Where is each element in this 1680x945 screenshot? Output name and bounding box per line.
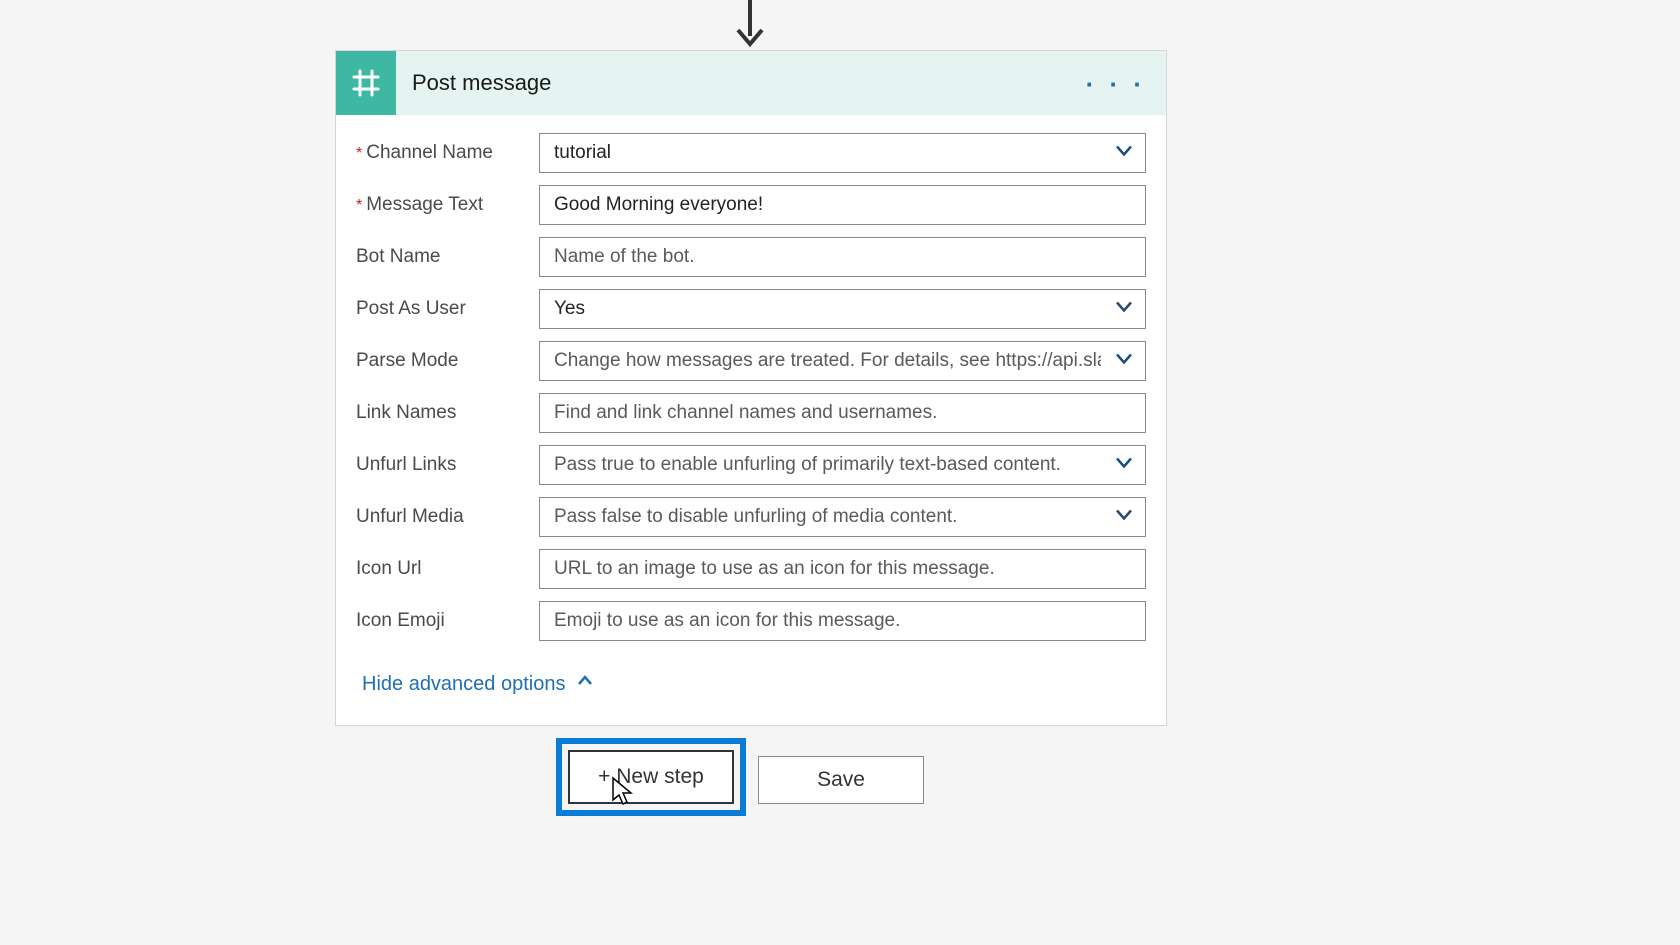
row-bot-name: Bot Name: [356, 237, 1146, 277]
new-step-highlight: + New step: [556, 738, 746, 816]
link-names-input[interactable]: [539, 393, 1146, 433]
parse-mode-input[interactable]: [539, 341, 1146, 381]
advanced-toggle-label: Hide advanced options: [362, 673, 565, 696]
label-icon-url: Icon Url: [356, 558, 539, 580]
card-body: * Channel Name * Message Text Bot Name: [336, 115, 1166, 725]
label-unfurl-links: Unfurl Links: [356, 454, 539, 476]
label-parse-mode: Parse Mode: [356, 350, 539, 372]
required-indicator: *: [356, 197, 362, 215]
label-link-names: Link Names: [356, 402, 539, 424]
label-message-text: * Message Text: [356, 194, 539, 216]
label-post-as-user: Post As User: [356, 298, 539, 320]
bot-name-input[interactable]: [539, 237, 1146, 277]
footer-buttons: + New step Save: [556, 738, 924, 816]
slack-icon: [336, 51, 396, 115]
post-message-card: Post message · · · * Channel Name * Mess…: [335, 50, 1167, 726]
message-text-input[interactable]: [539, 185, 1146, 225]
label-text: Channel Name: [366, 142, 493, 164]
icon-url-input[interactable]: [539, 549, 1146, 589]
new-step-button[interactable]: + New step: [568, 750, 734, 804]
flow-arrow: [730, 0, 770, 57]
label-text: Message Text: [366, 194, 483, 216]
label-unfurl-media: Unfurl Media: [356, 506, 539, 528]
row-icon-url: Icon Url: [356, 549, 1146, 589]
row-unfurl-media: Unfurl Media: [356, 497, 1146, 537]
unfurl-media-input[interactable]: [539, 497, 1146, 537]
card-header[interactable]: Post message · · ·: [336, 51, 1166, 115]
row-channel-name: * Channel Name: [356, 133, 1146, 173]
label-channel-name: * Channel Name: [356, 142, 539, 164]
label-bot-name: Bot Name: [356, 246, 539, 268]
more-options-button[interactable]: · · ·: [1086, 69, 1146, 100]
row-icon-emoji: Icon Emoji: [356, 601, 1146, 641]
row-link-names: Link Names: [356, 393, 1146, 433]
unfurl-links-input[interactable]: [539, 445, 1146, 485]
channel-name-input[interactable]: [539, 133, 1146, 173]
hide-advanced-options-toggle[interactable]: Hide advanced options: [362, 671, 595, 697]
card-title: Post message: [412, 70, 551, 96]
post-as-user-input[interactable]: [539, 289, 1146, 329]
icon-emoji-input[interactable]: [539, 601, 1146, 641]
save-button[interactable]: Save: [758, 756, 924, 804]
label-icon-emoji: Icon Emoji: [356, 610, 539, 632]
row-parse-mode: Parse Mode: [356, 341, 1146, 381]
chevron-up-icon: [575, 671, 595, 697]
row-post-as-user: Post As User: [356, 289, 1146, 329]
row-message-text: * Message Text: [356, 185, 1146, 225]
row-unfurl-links: Unfurl Links: [356, 445, 1146, 485]
required-indicator: *: [356, 145, 362, 163]
